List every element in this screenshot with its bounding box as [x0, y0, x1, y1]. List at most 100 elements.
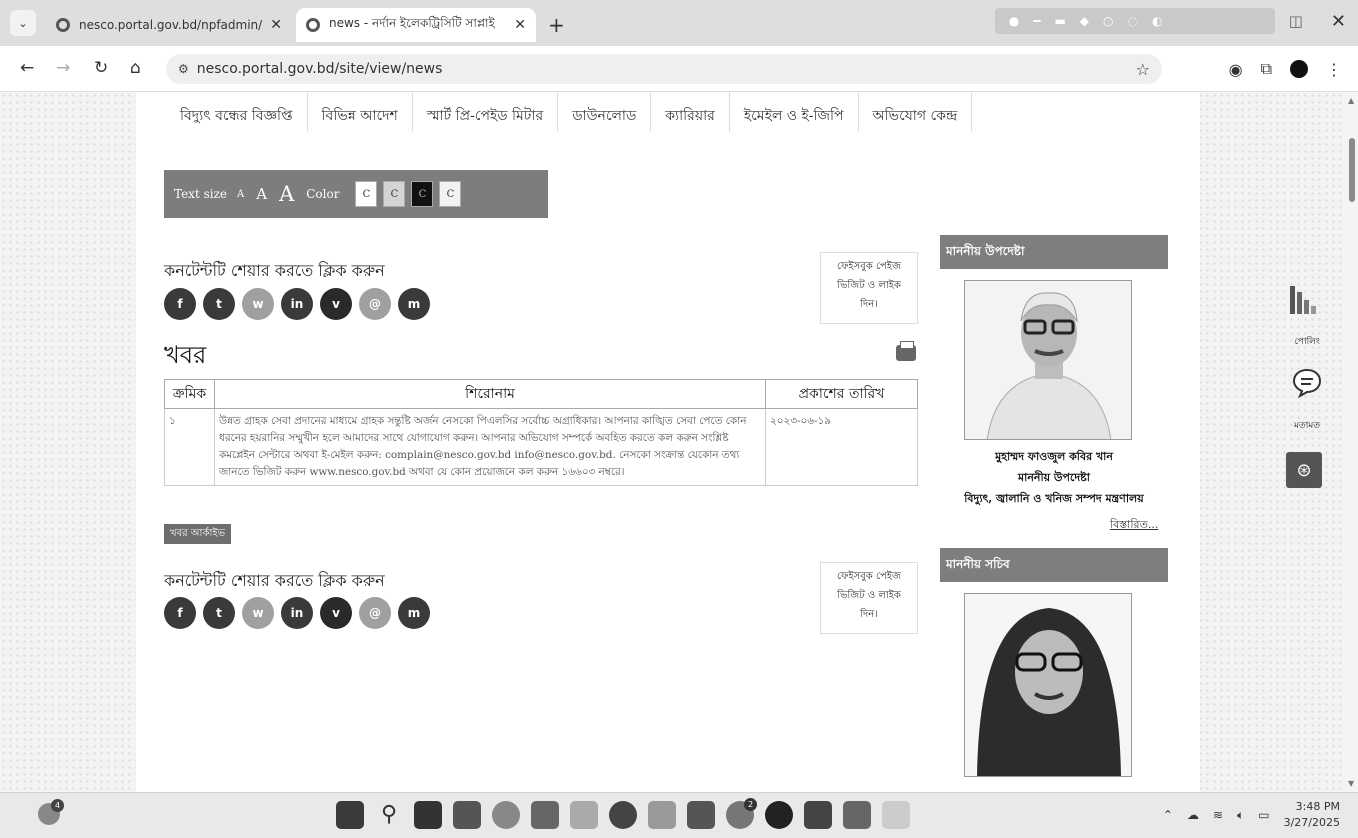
extension-strip: ● ━ ▬ ◆ ○ ◌ ◐ [994, 8, 1275, 34]
opinion-chat-icon[interactable] [1292, 368, 1322, 398]
people-icon[interactable] [648, 801, 676, 829]
system-tray: ⌃ ☁ ≋ 🔈︎ ▭ 3:48 PM 3/27/2025 [1163, 799, 1340, 831]
polling-label[interactable]: পোলিং [1282, 334, 1332, 349]
menu-item-download[interactable]: ডাউনলোড [558, 92, 652, 132]
scroll-down-icon[interactable]: ▼ [1348, 779, 1354, 788]
chrome-icon[interactable] [765, 801, 793, 829]
extension-icon[interactable]: ◉ [1229, 60, 1243, 79]
whatsapp-share-icon[interactable]: w [242, 597, 274, 629]
wifi-icon[interactable]: ≋ [1213, 808, 1223, 822]
text-size-large[interactable]: A [279, 182, 294, 206]
scrollbar-thumb[interactable] [1349, 138, 1355, 202]
bookmark-star-icon[interactable]: ☆ [1136, 60, 1150, 79]
edge-browser-icon[interactable] [492, 801, 520, 829]
twitter-share-icon[interactable]: t [203, 288, 235, 320]
news-archive-button[interactable]: খবর আর্কাইভ [164, 524, 232, 544]
new-tab-button[interactable]: + [548, 13, 565, 37]
site-info-icon[interactable]: ⚙ [178, 62, 189, 76]
scroll-up-icon[interactable]: ▲ [1348, 96, 1354, 105]
advisor-more-link[interactable]: বিস্তারিত... [1110, 516, 1158, 535]
advisor-photo [964, 280, 1132, 440]
facebook-page-box[interactable]: ফেইসবুক পেইজ ভিজিট ও লাইক দিন। [820, 252, 918, 324]
remote-desktop-icon[interactable] [531, 801, 559, 829]
browser-tab-news[interactable]: news - নর্দান ইলেকট্রিসিটি সাপ্লাই ✕ [296, 8, 536, 42]
row-title-link[interactable]: উন্নত গ্রাহক সেবা প্রদানের মাধ্যমে গ্রাহ… [214, 408, 766, 486]
close-tab-icon[interactable]: ✕ [514, 17, 526, 33]
task-view-icon[interactable] [414, 801, 442, 829]
compass-app-icon[interactable] [609, 801, 637, 829]
viber-share-icon[interactable]: v [320, 597, 352, 629]
close-window-icon[interactable]: ✕ [1331, 11, 1346, 32]
facebook-share-icon[interactable]: f [164, 597, 196, 629]
column-header-serial: ক্রমিক [164, 379, 215, 409]
close-tab-icon[interactable]: ✕ [270, 17, 282, 33]
menu-kebab-icon[interactable]: ⋮ [1326, 60, 1342, 79]
volume-icon[interactable]: 🔈︎ [1237, 808, 1244, 823]
polling-chart-icon[interactable] [1286, 282, 1326, 316]
back-icon[interactable]: ← [20, 58, 34, 78]
search-icon[interactable]: ⚲ [375, 801, 403, 829]
text-size-medium[interactable]: A [256, 185, 267, 203]
tab-search-button[interactable]: ⌄ [10, 10, 36, 36]
word-icon[interactable] [804, 801, 832, 829]
facebook-share-icon[interactable]: f [164, 288, 196, 320]
widget-badge: 4 [51, 799, 64, 812]
file-explorer-icon[interactable] [687, 801, 715, 829]
advisor-portrait-image [965, 281, 1131, 439]
start-menu-icon[interactable] [336, 801, 364, 829]
color-swatch-white[interactable]: C [355, 181, 378, 207]
menu-item-complaint-center[interactable]: অভিযোগ কেন্দ্র [859, 92, 973, 132]
address-bar[interactable]: ⚙ nesco.portal.gov.bd/site/view/news ☆ [166, 54, 1162, 84]
forward-icon[interactable]: → [56, 58, 70, 78]
viber-share-icon[interactable]: v [320, 288, 352, 320]
menu-item-email-egp[interactable]: ইমেইল ও ই-জিপি [730, 92, 859, 132]
store-icon[interactable] [453, 801, 481, 829]
home-icon[interactable]: ⌂ [130, 58, 141, 78]
opinion-label[interactable]: মতামত [1282, 418, 1332, 433]
accessibility-widget-icon[interactable]: ⊛ [1286, 452, 1322, 488]
clock-time: 3:48 PM [1295, 800, 1340, 813]
battery-icon[interactable]: ▭ [1258, 808, 1269, 822]
whatsapp-share-icon[interactable]: w [242, 288, 274, 320]
print-icon[interactable] [896, 341, 916, 361]
column-header-date: প্রকাশের তারিখ [765, 379, 918, 409]
photos-icon[interactable] [570, 801, 598, 829]
menu-item-outage-notice[interactable]: বিদ্যুৎ বন্ধের বিজ্ঞপ্তি [166, 92, 308, 132]
browser-tab-admin[interactable]: nesco.portal.gov.bd/npfadmin/ ✕ [46, 8, 292, 42]
color-swatch-black[interactable]: C [411, 181, 434, 207]
secretary-heading: মাননীয় সচিব [940, 548, 1168, 582]
secretary-portrait-image [965, 594, 1131, 776]
whatsapp-icon[interactable]: 2 [726, 798, 757, 829]
reload-icon[interactable]: ↻ [94, 58, 108, 78]
facebook-box-line: ভিজিট ও লাইক [837, 280, 901, 291]
tab-title: news - নর্দান ইলেকট্রিসিটি সাপ্লাই [329, 16, 495, 30]
messenger-share-icon[interactable]: m [398, 288, 430, 320]
copy-link-icon[interactable]: @ [359, 597, 391, 629]
facebook-page-box[interactable]: ফেইসবুক পেইজ ভিজিট ও লাইক দিন। [820, 562, 918, 634]
profile-avatar[interactable] [1290, 60, 1308, 78]
page-scrollbar[interactable]: ▲ ▼ [1346, 92, 1358, 792]
puzzle-extensions-icon[interactable]: ⧉ [1261, 59, 1272, 79]
site-favicon-icon [306, 18, 320, 32]
main-menu: বিদ্যুৎ বন্ধের বিজ্ঞপ্তি বিভিন্ন আদেশ স্… [166, 92, 973, 132]
onedrive-cloud-icon[interactable]: ☁ [1187, 808, 1199, 822]
menu-item-orders[interactable]: বিভিন্ন আদেশ [308, 92, 413, 132]
color-swatch-light[interactable]: C [439, 181, 462, 207]
menu-item-prepaid-meter[interactable]: স্মার্ট প্রি-পেইড মিটার [413, 92, 559, 132]
menu-item-career[interactable]: ক্যারিয়ার [651, 92, 730, 132]
text-size-small[interactable]: A [237, 189, 244, 200]
copy-link-icon[interactable]: @ [359, 288, 391, 320]
clock[interactable]: 3:48 PM 3/27/2025 [1284, 799, 1340, 831]
share-buttons: f t w in v @ m [164, 288, 430, 320]
messenger-share-icon[interactable]: m [398, 597, 430, 629]
twitter-share-icon[interactable]: t [203, 597, 235, 629]
color-swatch-gray[interactable]: C [383, 181, 406, 207]
linkedin-share-icon[interactable]: in [281, 288, 313, 320]
snipping-tool-icon[interactable] [843, 801, 871, 829]
page-title: খবর [164, 341, 207, 369]
widgets-button[interactable]: 4 [38, 799, 64, 825]
tray-chevron-icon[interactable]: ⌃ [1163, 808, 1173, 822]
notepad-icon[interactable] [882, 801, 910, 829]
linkedin-share-icon[interactable]: in [281, 597, 313, 629]
minimize-icon[interactable]: ◫ [1289, 12, 1303, 30]
